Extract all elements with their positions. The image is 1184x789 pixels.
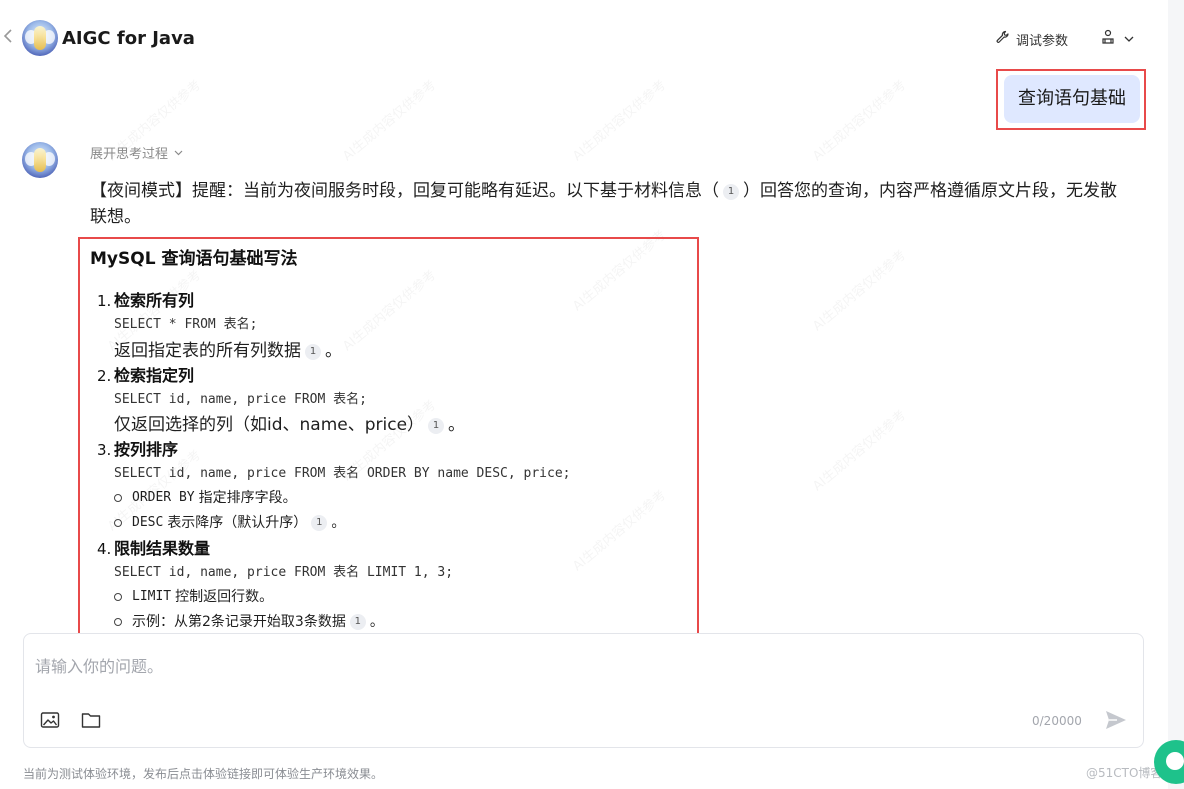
section-title: 限制结果数量	[114, 539, 211, 558]
chevron-down-icon	[1124, 32, 1134, 47]
environment-note: 当前为测试体验环境，发布后点击体验链接即可体验生产环境效果。	[23, 767, 384, 781]
keyword-text: DESC	[132, 515, 164, 530]
section-heading: 3. 按列排序	[97, 438, 178, 462]
section-heading: 1. 检索所有列	[97, 289, 194, 313]
citation-badge[interactable]: 1	[311, 515, 328, 531]
night-mode-notice: 【夜间模式】提醒：当前为夜间服务时段，回复可能略有延迟。以下基于材料信息（ 1 ）回…	[90, 178, 1130, 230]
sql-code: SELECT id, name, price FROM 表名 ORDER BY …	[114, 466, 571, 481]
list-item: LIMIT 控制返回行数。	[114, 587, 273, 607]
send-icon[interactable]	[1104, 709, 1130, 733]
keyword-text: LIMIT	[132, 589, 172, 604]
section-number: 1.	[97, 292, 112, 310]
citation-badge[interactable]: 1	[723, 184, 739, 200]
section-desc: 仅返回选择的列（如id、name、price） 1。	[114, 413, 465, 437]
folder-icon[interactable]	[81, 711, 103, 731]
bullet-text: 表示降序（默认升序）	[167, 515, 308, 531]
desc-tail: 。	[448, 415, 466, 435]
desc-tail: 。	[325, 341, 342, 361]
bullet-text: 控制返回行数。	[175, 589, 274, 605]
debug-params-label: 调试参数	[1016, 33, 1069, 49]
section-heading: 4. 限制结果数量	[97, 537, 210, 561]
chevron-left-icon[interactable]	[3, 28, 17, 48]
image-icon[interactable]	[40, 711, 62, 731]
chevron-down-icon	[174, 145, 183, 160]
desc-text: 返回指定表的所有列数据	[114, 341, 301, 361]
notice-text-1: 【夜间模式】提醒：当前为夜间服务时段，回复可能略有延迟。以下基于材料信息（	[90, 181, 719, 201]
bullet-dot	[114, 618, 122, 626]
section-heading: 2. 检索指定列	[97, 364, 194, 388]
bot-avatar	[22, 142, 58, 178]
sql-code: SELECT id, name, price FROM 表名 LIMIT 1, …	[114, 565, 454, 580]
section-number: 4.	[97, 540, 112, 558]
section-desc: 返回指定表的所有列数据 1。	[114, 339, 342, 363]
section-title: 检索指定列	[114, 366, 195, 385]
bullet-tail: 。	[331, 515, 346, 531]
account-menu-button[interactable]	[1100, 29, 1134, 49]
bot-avatar	[22, 20, 58, 56]
bullet-dot	[114, 494, 122, 502]
bullet-text: 示例：从第2条记录开始取3条数据	[132, 614, 346, 630]
wrench-icon	[995, 29, 1011, 49]
list-item: ORDER BY 指定排序字段。	[114, 488, 297, 508]
bullet-dot	[114, 593, 122, 601]
section-number: 3.	[97, 441, 112, 459]
debug-params-button[interactable]: 调试参数	[995, 29, 1068, 49]
think-toggle-label: 展开思考过程	[90, 147, 169, 162]
section-number: 2.	[97, 367, 112, 385]
app-title: AIGC for Java	[62, 28, 195, 49]
sql-code: SELECT * FROM 表名;	[114, 317, 258, 332]
site-watermark: @51CTO博客	[1086, 766, 1163, 780]
expand-thinking-toggle[interactable]: 展开思考过程	[90, 143, 183, 162]
list-item: 示例：从第2条记录开始取3条数据 1。	[114, 612, 384, 632]
char-counter: 0/20000	[1032, 714, 1082, 728]
citation-badge[interactable]: 1	[305, 344, 321, 360]
user-message-bubble: 查询语句基础	[1004, 75, 1140, 123]
sql-code: SELECT id, name, price FROM 表名;	[114, 392, 367, 407]
person-icon	[1100, 29, 1116, 49]
bullet-text: 指定排序字段。	[198, 490, 297, 506]
section-title: 按列排序	[114, 440, 179, 459]
citation-badge[interactable]: 1	[428, 418, 445, 434]
chat-input[interactable]	[35, 654, 1125, 678]
keyword-text: ORDER BY	[132, 490, 195, 505]
bullet-tail: 。	[369, 614, 384, 630]
citation-badge[interactable]: 1	[349, 614, 366, 630]
list-item: DESC 表示降序（默认升序） 1。	[114, 513, 345, 533]
section-title: 检索所有列	[114, 291, 195, 310]
answer-title: MySQL 查询语句基础写法	[90, 249, 298, 269]
desc-text: 仅返回选择的列（如id、name、price）	[114, 415, 425, 435]
bullet-dot	[114, 519, 122, 527]
chat-input-card	[23, 633, 1144, 748]
